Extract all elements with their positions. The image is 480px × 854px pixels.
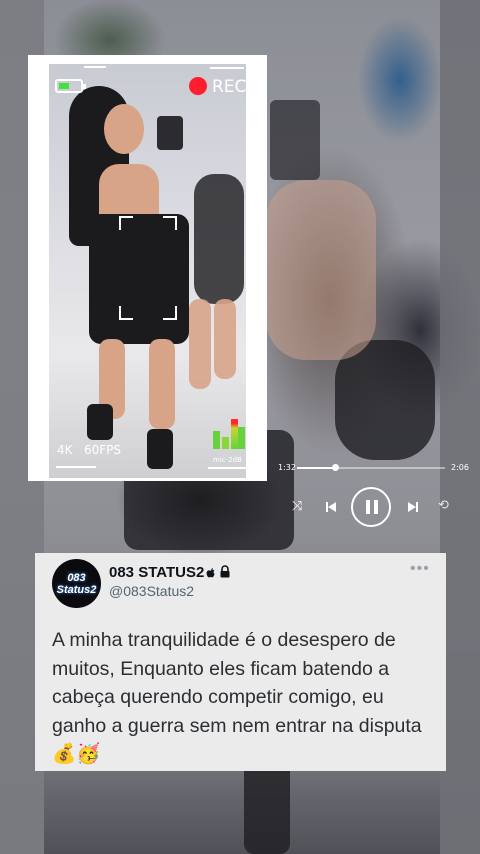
next-icon[interactable] [407,500,419,512]
avatar-logo-text: 083 Status2 [56,572,97,596]
background-right-edge [440,0,480,854]
tweet-text: A minha tranquilidade é o desespero de m… [52,629,422,765]
rec-label: REC [212,77,247,97]
more-options-icon[interactable]: ••• [410,560,430,578]
display-name[interactable]: 083 STATUS2 [109,564,204,581]
focus-corner-bottom-right [163,306,177,320]
frame-tick-top-right [210,67,244,69]
frame-tick-top-left [84,66,106,68]
battery-icon [55,79,86,93]
avatar[interactable]: 083 Status2 [52,559,101,608]
focus-corner-bottom-left [119,306,133,320]
progress-fill [297,467,336,469]
camera-photo [49,64,246,478]
lock-icon [219,565,231,578]
background-bottom [44,770,440,854]
frame-tick-bottom-right [208,467,246,469]
total-time: 2:06 [451,463,469,472]
previous-icon[interactable] [325,500,337,512]
elapsed-time: 1:32 [278,463,296,472]
focus-corner-top-right [163,216,177,230]
background-figure-right [335,340,435,460]
quality-label: 4K [57,443,73,457]
handle[interactable]: @083Status2 [109,583,194,599]
focus-corner-top-left [119,216,133,230]
background-arm [266,180,376,360]
record-dot-icon [189,77,207,95]
frame-tick-bottom-left [56,466,96,468]
shuffle-icon[interactable]: ⤨ [292,499,302,514]
background-shoe [244,760,290,854]
pause-icon[interactable] [351,487,391,527]
apple-icon [205,566,217,578]
repeat-icon[interactable]: ⟲ [438,498,449,513]
background-phone [270,100,320,180]
fps-label: 60FPS [84,443,122,457]
mic-label: mic-2dB [213,456,242,464]
audio-level-meter [213,419,245,449]
